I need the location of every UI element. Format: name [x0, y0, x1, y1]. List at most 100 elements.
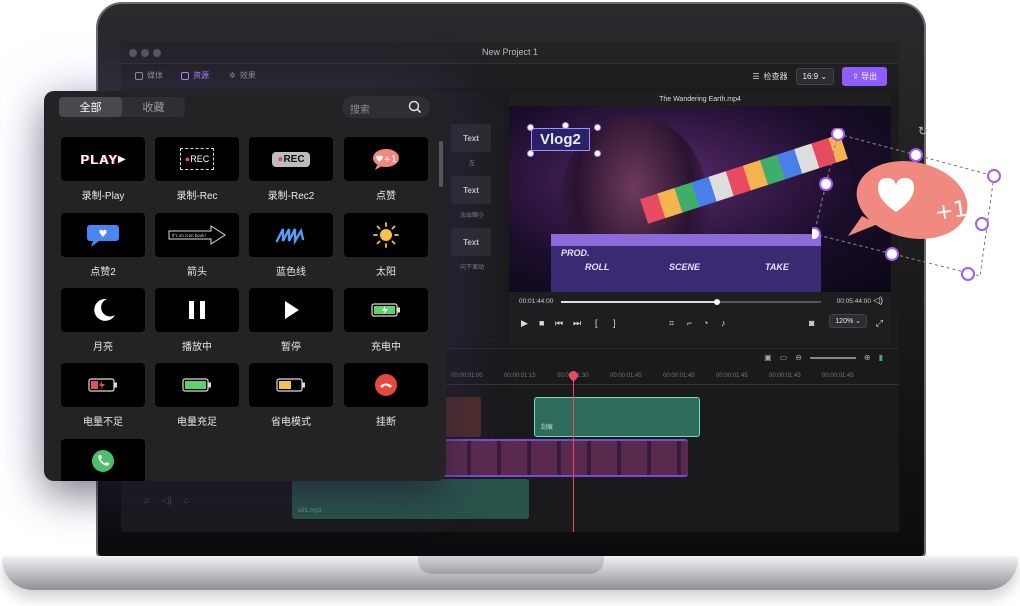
fit-icon[interactable]: ▣ [764, 353, 772, 362]
text-template-card[interactable]: Text [451, 228, 491, 256]
resize-handle[interactable] [594, 124, 601, 131]
sticker-item[interactable]: 暂停 [249, 288, 333, 353]
arrow-icon: It's an Icon book! [155, 213, 239, 257]
sticker-item[interactable]: ♥ 点赞2 [61, 213, 145, 278]
svg-text:♥+1: ♥+1 [375, 155, 396, 165]
ruler-tick: 00:00:01:45 [822, 373, 854, 379]
lock-icon[interactable]: ⌂ [184, 495, 189, 506]
speed-icon[interactable]: ◔ [703, 318, 708, 328]
video-track-clip[interactable] [441, 439, 688, 477]
crop-icon[interactable]: ⌗ [669, 318, 674, 329]
resize-handle[interactable] [527, 124, 534, 131]
video-clip[interactable] [441, 397, 481, 437]
resize-handle[interactable] [812, 227, 821, 241]
search-placeholder: 搜索 [350, 105, 370, 116]
inspector-label: 检查器 [763, 72, 788, 81]
slate-scene: SCENE [669, 262, 701, 272]
sticker-label: 点赞2 [90, 267, 116, 278]
stage: New Project 1 媒体 资源 ✲ 效果 ☰ 检查器 16:9 ⌄ ⇪ 导出… [0, 0, 1020, 606]
snapshot-icon[interactable]: ◙ [809, 318, 814, 328]
effect-clip[interactable]: 刮痕 [534, 397, 700, 437]
play-text-icon: PLAY ▶ [61, 137, 145, 181]
sticker-item[interactable]: It's an Icon book! 箭头 [155, 213, 239, 278]
resize-handle[interactable] [987, 169, 1001, 183]
resize-handle[interactable] [527, 150, 534, 157]
audio-clip[interactable]: a91.mp3 [292, 479, 529, 519]
sticker-panel: 全部 收藏 搜索 PLAY ▶ 录制-Play ●REC 录制-Rec ●REC … [44, 91, 446, 481]
effect-clip-label: 刮痕 [541, 425, 554, 431]
tab-effect[interactable]: ✲ 效果 [229, 70, 256, 81]
text-overlay-vlog[interactable]: Vlog2 [531, 128, 590, 151]
scrub-knob[interactable] [714, 299, 720, 305]
mark-out-icon[interactable]: ] [613, 318, 616, 328]
time-ruler[interactable]: 00:00:01:00 00:00:01:15 00:00:01:30 00:0… [441, 369, 899, 385]
ruler-tick: 00:00:01:45 [610, 373, 642, 379]
music-icon[interactable]: ♪ [721, 318, 726, 328]
zoom-in-icon[interactable]: ⊕ [864, 353, 871, 362]
answer-call-icon [61, 439, 145, 481]
sticker-item[interactable]: 挂断 [344, 363, 428, 428]
sticker-item[interactable]: 充电中 [344, 288, 428, 353]
zoom-out-icon[interactable]: ⊖ [795, 353, 802, 362]
timeline-zoom-slider[interactable] [809, 356, 856, 359]
sticker-item[interactable]: 蓝色线 [249, 213, 333, 278]
sticker-item[interactable]: ●REC 录制-Rec [155, 137, 239, 202]
sticker-item[interactable] [61, 439, 145, 481]
tab-favorites[interactable]: 收藏 [122, 97, 185, 117]
resize-handle[interactable] [961, 267, 975, 281]
sticker-item[interactable]: PLAY ▶ 录制-Play [61, 137, 145, 202]
sticker-item[interactable]: 太阳 [344, 213, 428, 278]
scrub-bar[interactable] [561, 299, 821, 305]
play-icon[interactable]: ▶ [521, 318, 528, 329]
resize-handle[interactable] [831, 128, 845, 141]
volume-icon[interactable]: ◁) [873, 295, 883, 306]
sticker-item[interactable]: 电量充足 [155, 363, 239, 428]
export-button[interactable]: ⇪ 导出 [842, 67, 887, 86]
sticker-item[interactable]: 省电模式 [249, 363, 333, 428]
resize-handle[interactable] [819, 177, 833, 191]
play-icon [249, 288, 333, 332]
trim-icon[interactable]: ⌐ [687, 318, 692, 328]
text-template-list: Text 左 Text 淡出缩小 Text 向下滚动 [443, 92, 505, 342]
laptop-notch [418, 556, 604, 574]
aspect-ratio-select[interactable]: 16:9 ⌄ [795, 68, 835, 85]
slate-prod: PROD. [561, 248, 590, 258]
like-sticker-overlay[interactable]: +1 [812, 128, 1012, 288]
music-track-icon[interactable]: ♫ [143, 495, 150, 506]
text-template-card[interactable]: Text [451, 176, 491, 204]
sticker-item[interactable]: 电量不足 [61, 363, 145, 428]
resize-handle[interactable] [562, 122, 569, 129]
sticker-item[interactable]: 月亮 [61, 288, 145, 353]
resize-handle[interactable] [594, 150, 601, 157]
tab-resource[interactable]: 资源 [181, 70, 209, 81]
moon-icon [61, 288, 145, 332]
sticker-item[interactable]: ●REC 录制-Rec2 [249, 137, 333, 202]
sticker-label: 箭头 [187, 267, 207, 278]
battery-saver-icon [249, 363, 333, 407]
sticker-item[interactable]: 播放中 [155, 288, 239, 353]
stop-icon[interactable]: ■ [539, 318, 544, 328]
rotate-icon[interactable]: ↻ [918, 124, 928, 138]
mark-in-icon[interactable]: [ [595, 318, 598, 328]
tab-all[interactable]: 全部 [59, 97, 122, 117]
resize-handle[interactable] [975, 217, 989, 231]
ruler-tick: 00:00:01:45 [663, 373, 695, 379]
prev-frame-icon[interactable]: ⏮ [555, 318, 563, 329]
text-template-card[interactable]: Text [451, 124, 491, 152]
next-frame-icon[interactable]: ⏭ [573, 318, 581, 329]
overlay-text: Vlog2 [540, 131, 581, 148]
snap-icon[interactable]: ▭ [780, 353, 788, 362]
sticker-item[interactable]: ♥+1 点赞 [344, 137, 428, 202]
fullscreen-icon[interactable]: ⤢ [876, 318, 883, 329]
resize-handle[interactable] [909, 148, 923, 162]
zoom-value: 120% [835, 318, 854, 325]
inspector-button[interactable]: ☰ 检查器 [752, 71, 787, 82]
resize-handle[interactable] [885, 247, 899, 261]
speaker-icon[interactable]: ◁) [162, 495, 172, 506]
tab-media[interactable]: 媒体 [135, 70, 163, 81]
zoom-select[interactable]: 120% ⌄ [829, 314, 867, 328]
sticker-label: 暂停 [281, 342, 301, 353]
playhead[interactable] [573, 373, 574, 532]
search-input[interactable]: 搜索 [342, 96, 430, 118]
panel-scrollbar[interactable] [439, 141, 443, 187]
